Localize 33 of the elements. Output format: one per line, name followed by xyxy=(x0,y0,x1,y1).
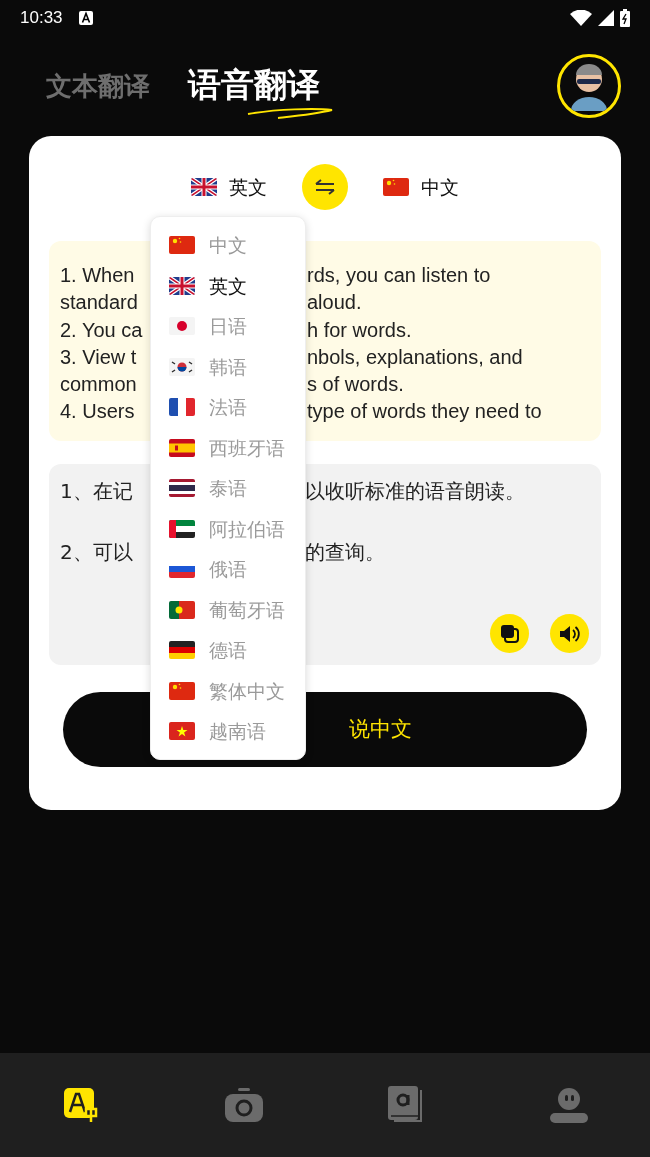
translation-line: 的查询。 xyxy=(305,539,386,566)
language-option[interactable]: 葡萄牙语 xyxy=(151,589,305,630)
source-text-line: nbols, explanations, and xyxy=(306,344,524,370)
source-text-line: rds, you can listen to xyxy=(306,263,492,288)
language-option[interactable]: 日语 xyxy=(151,306,305,347)
source-language[interactable]: 英文 xyxy=(191,172,267,202)
language-option[interactable]: 德语 xyxy=(151,630,305,671)
source-text-line: type of words they need to xyxy=(306,399,543,425)
status-time: 10:33 xyxy=(20,7,63,30)
source-text-line: aloud. xyxy=(306,290,363,316)
translation-line: 以收听标准的语音朗读。 xyxy=(305,478,526,505)
source-text-line: common xyxy=(60,372,138,398)
source-text-line: standard xyxy=(60,290,139,316)
header-tab[interactable]: 文本翻译 xyxy=(46,72,150,101)
language-option[interactable]: 韩语 xyxy=(151,346,305,387)
translation-line: 2、可以 xyxy=(60,539,134,566)
language-option[interactable]: 中文 xyxy=(151,225,305,266)
translation-line: 1、在记 xyxy=(60,478,134,505)
language-option[interactable]: 阿拉伯语 xyxy=(151,508,305,549)
language-option[interactable]: 法语 xyxy=(151,387,305,428)
header-tab[interactable]: 语音翻译 xyxy=(188,67,320,101)
language-option[interactable]: 英文 xyxy=(151,265,305,306)
language-option[interactable]: 俄语 xyxy=(151,549,305,590)
source-text-line: 3. View t xyxy=(60,344,138,370)
source-text-line: 1. When xyxy=(60,263,136,288)
source-text-line: s of words. xyxy=(306,372,405,398)
language-option[interactable]: 西班牙语 xyxy=(151,427,305,468)
source-text-line: 4. Users xyxy=(60,399,136,425)
language-option[interactable]: 越南语 xyxy=(151,711,305,752)
language-option[interactable]: 泰语 xyxy=(151,468,305,509)
source-text-line: 2. You ca xyxy=(60,317,144,343)
target-language[interactable]: 中文 xyxy=(383,172,459,202)
source-text-line: h for words. xyxy=(306,317,413,343)
